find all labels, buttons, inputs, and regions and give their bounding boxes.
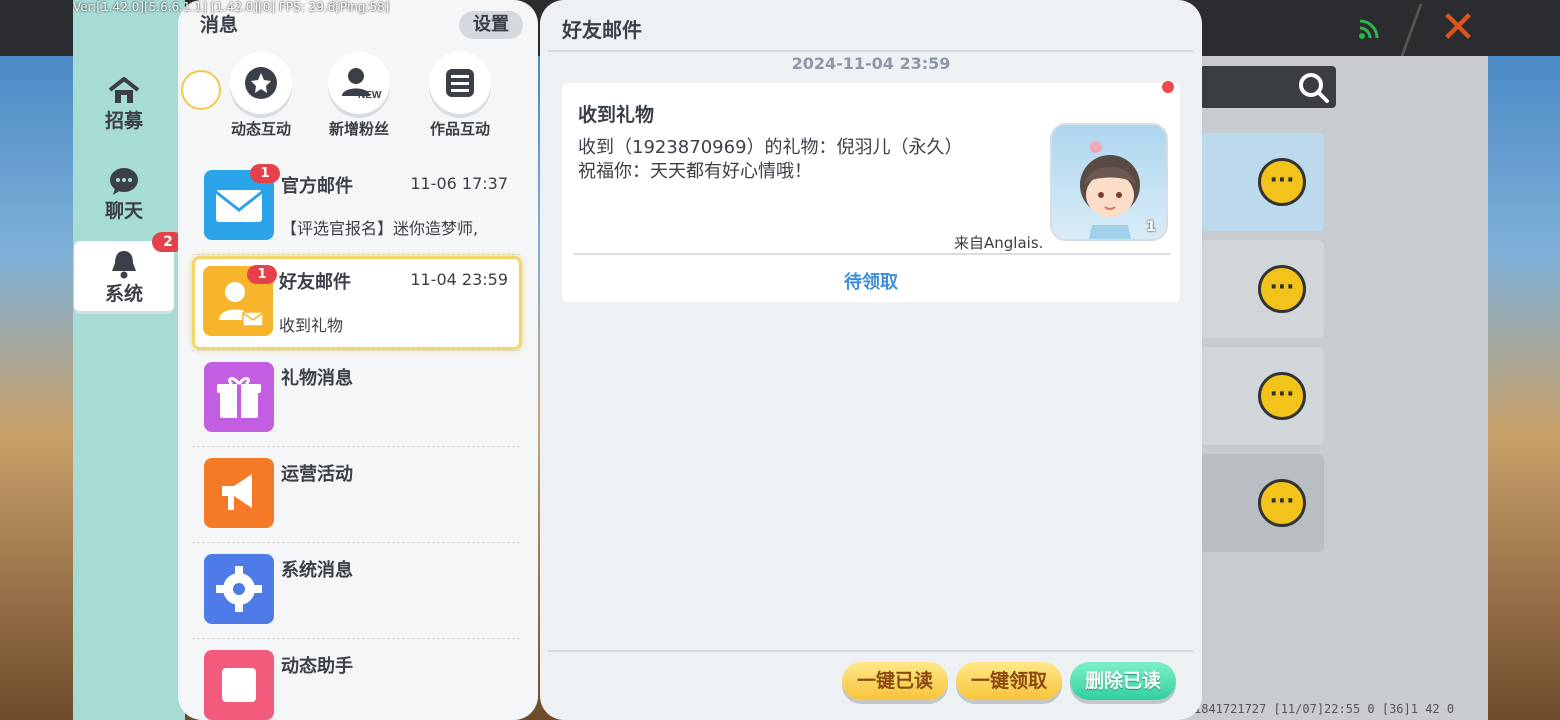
gift-message-card: 收到礼物 收到（1923870969）的礼物：倪羽儿（永久） 祝福你：天天都有好…: [562, 81, 1180, 302]
mail-preview: 收到礼物: [279, 316, 344, 335]
mail-name: 系统消息: [281, 560, 353, 581]
claim-all-button[interactable]: 一键领取: [956, 662, 1062, 700]
detail-title: 好友邮件: [562, 18, 642, 42]
mail-item-assistant[interactable]: 动态助手: [192, 640, 522, 720]
divider: [548, 50, 1194, 52]
chat-bubble-icon[interactable]: ···: [1258, 158, 1306, 206]
panel-title: 消息: [200, 14, 239, 36]
avatar[interactable]: [181, 70, 221, 110]
messages-panel: 消息 设置 动态互动 NEW 新增粉丝 作品互动 1 官方邮件 11-06 17…: [178, 0, 538, 720]
bell-icon: [112, 251, 136, 279]
card-line: 收到（1923870969）的礼物：倪羽儿（永久）: [578, 137, 963, 158]
unread-badge: 1: [250, 164, 280, 183]
signal-icon: [1359, 19, 1379, 39]
gift-icon: [204, 362, 274, 432]
message-date: 2024-11-04 23:59: [791, 54, 951, 73]
mail-name: 好友邮件: [279, 272, 351, 293]
mail-time: 11-06 17:37: [410, 174, 508, 193]
mail-preview: 【评选官报名】迷你造梦师,: [281, 219, 479, 238]
quick-label: 作品互动: [429, 120, 490, 138]
quick-label: 新增粉丝: [328, 120, 389, 138]
new-fan-icon: NEW: [328, 52, 390, 114]
nav-label: 聊天: [104, 200, 143, 222]
nav-label: 系统: [104, 283, 143, 305]
chat-bubble-icon[interactable]: ···: [1258, 372, 1306, 420]
quick-new-fans[interactable]: NEW 新增粉丝: [314, 52, 404, 139]
star-icon: [230, 52, 292, 114]
unread-dot: [1162, 81, 1174, 93]
home-icon: [108, 77, 140, 103]
gear-icon: [204, 554, 274, 624]
card-line: 祝福你：天天都有好心情哦！: [578, 161, 812, 182]
unread-badge: 1: [247, 265, 277, 284]
mail-name: 动态助手: [281, 656, 353, 677]
mail-time: 11-04 23:59: [410, 270, 508, 289]
search-icon[interactable]: [1296, 70, 1332, 106]
chat-bubble-icon[interactable]: ···: [1258, 265, 1306, 313]
detail-panel: 好友邮件 2024-11-04 23:59 收到礼物 收到（1923870969…: [540, 0, 1202, 720]
mail-item-system[interactable]: 系统消息: [192, 544, 522, 638]
read-all-button[interactable]: 一键已读: [842, 662, 948, 700]
megaphone-icon: [204, 458, 274, 528]
mail-name: 礼物消息: [281, 368, 353, 389]
quick-label: 动态互动: [230, 120, 291, 138]
close-icon[interactable]: ✕: [1436, 6, 1480, 50]
chat-bubble-icon[interactable]: ···: [1258, 479, 1306, 527]
mail-name: 官方邮件: [281, 176, 353, 197]
item-count: 1: [1146, 219, 1156, 235]
divider: [574, 253, 1170, 255]
list-icon: [429, 52, 491, 114]
delete-read-button[interactable]: 删除已读: [1070, 662, 1176, 700]
quick-dynamic-interaction[interactable]: 动态互动: [216, 52, 306, 139]
divider: [548, 650, 1194, 652]
mail-item-gift[interactable]: 礼物消息: [192, 352, 522, 446]
debug-overlay: Ver:[1.42.0][5.6.6.1.1] [1.42.0][0] FPS:…: [73, 0, 390, 14]
quick-works-interaction[interactable]: 作品互动: [415, 52, 505, 139]
gift-item-image[interactable]: 1: [1050, 123, 1168, 241]
card-title: 收到礼物: [578, 104, 655, 126]
sender-text: 来自Anglais.: [954, 234, 1044, 252]
nav-label: 招募: [104, 110, 143, 132]
settings-button[interactable]: 设置: [459, 11, 523, 39]
mail-item-official[interactable]: 1 官方邮件 11-06 17:37 【评选官报名】迷你造梦师,: [192, 160, 522, 254]
assistant-icon: [204, 650, 274, 720]
nav-item-chat[interactable]: 聊天: [74, 158, 174, 228]
mail-item-activity[interactable]: 运营活动: [192, 448, 522, 542]
claim-button[interactable]: 待领取: [562, 268, 1180, 294]
mail-name: 运营活动: [281, 464, 353, 485]
svg-text:NEW: NEW: [358, 90, 382, 101]
chat-bubble-icon: [110, 168, 138, 195]
mail-item-friend[interactable]: 1 好友邮件 11-04 23:59 收到礼物: [192, 256, 522, 350]
nav-item-recruit[interactable]: 招募: [74, 68, 174, 138]
status-readout: 1841721727 [11/07]22:55 0 [36]1 42 0: [1194, 702, 1455, 716]
